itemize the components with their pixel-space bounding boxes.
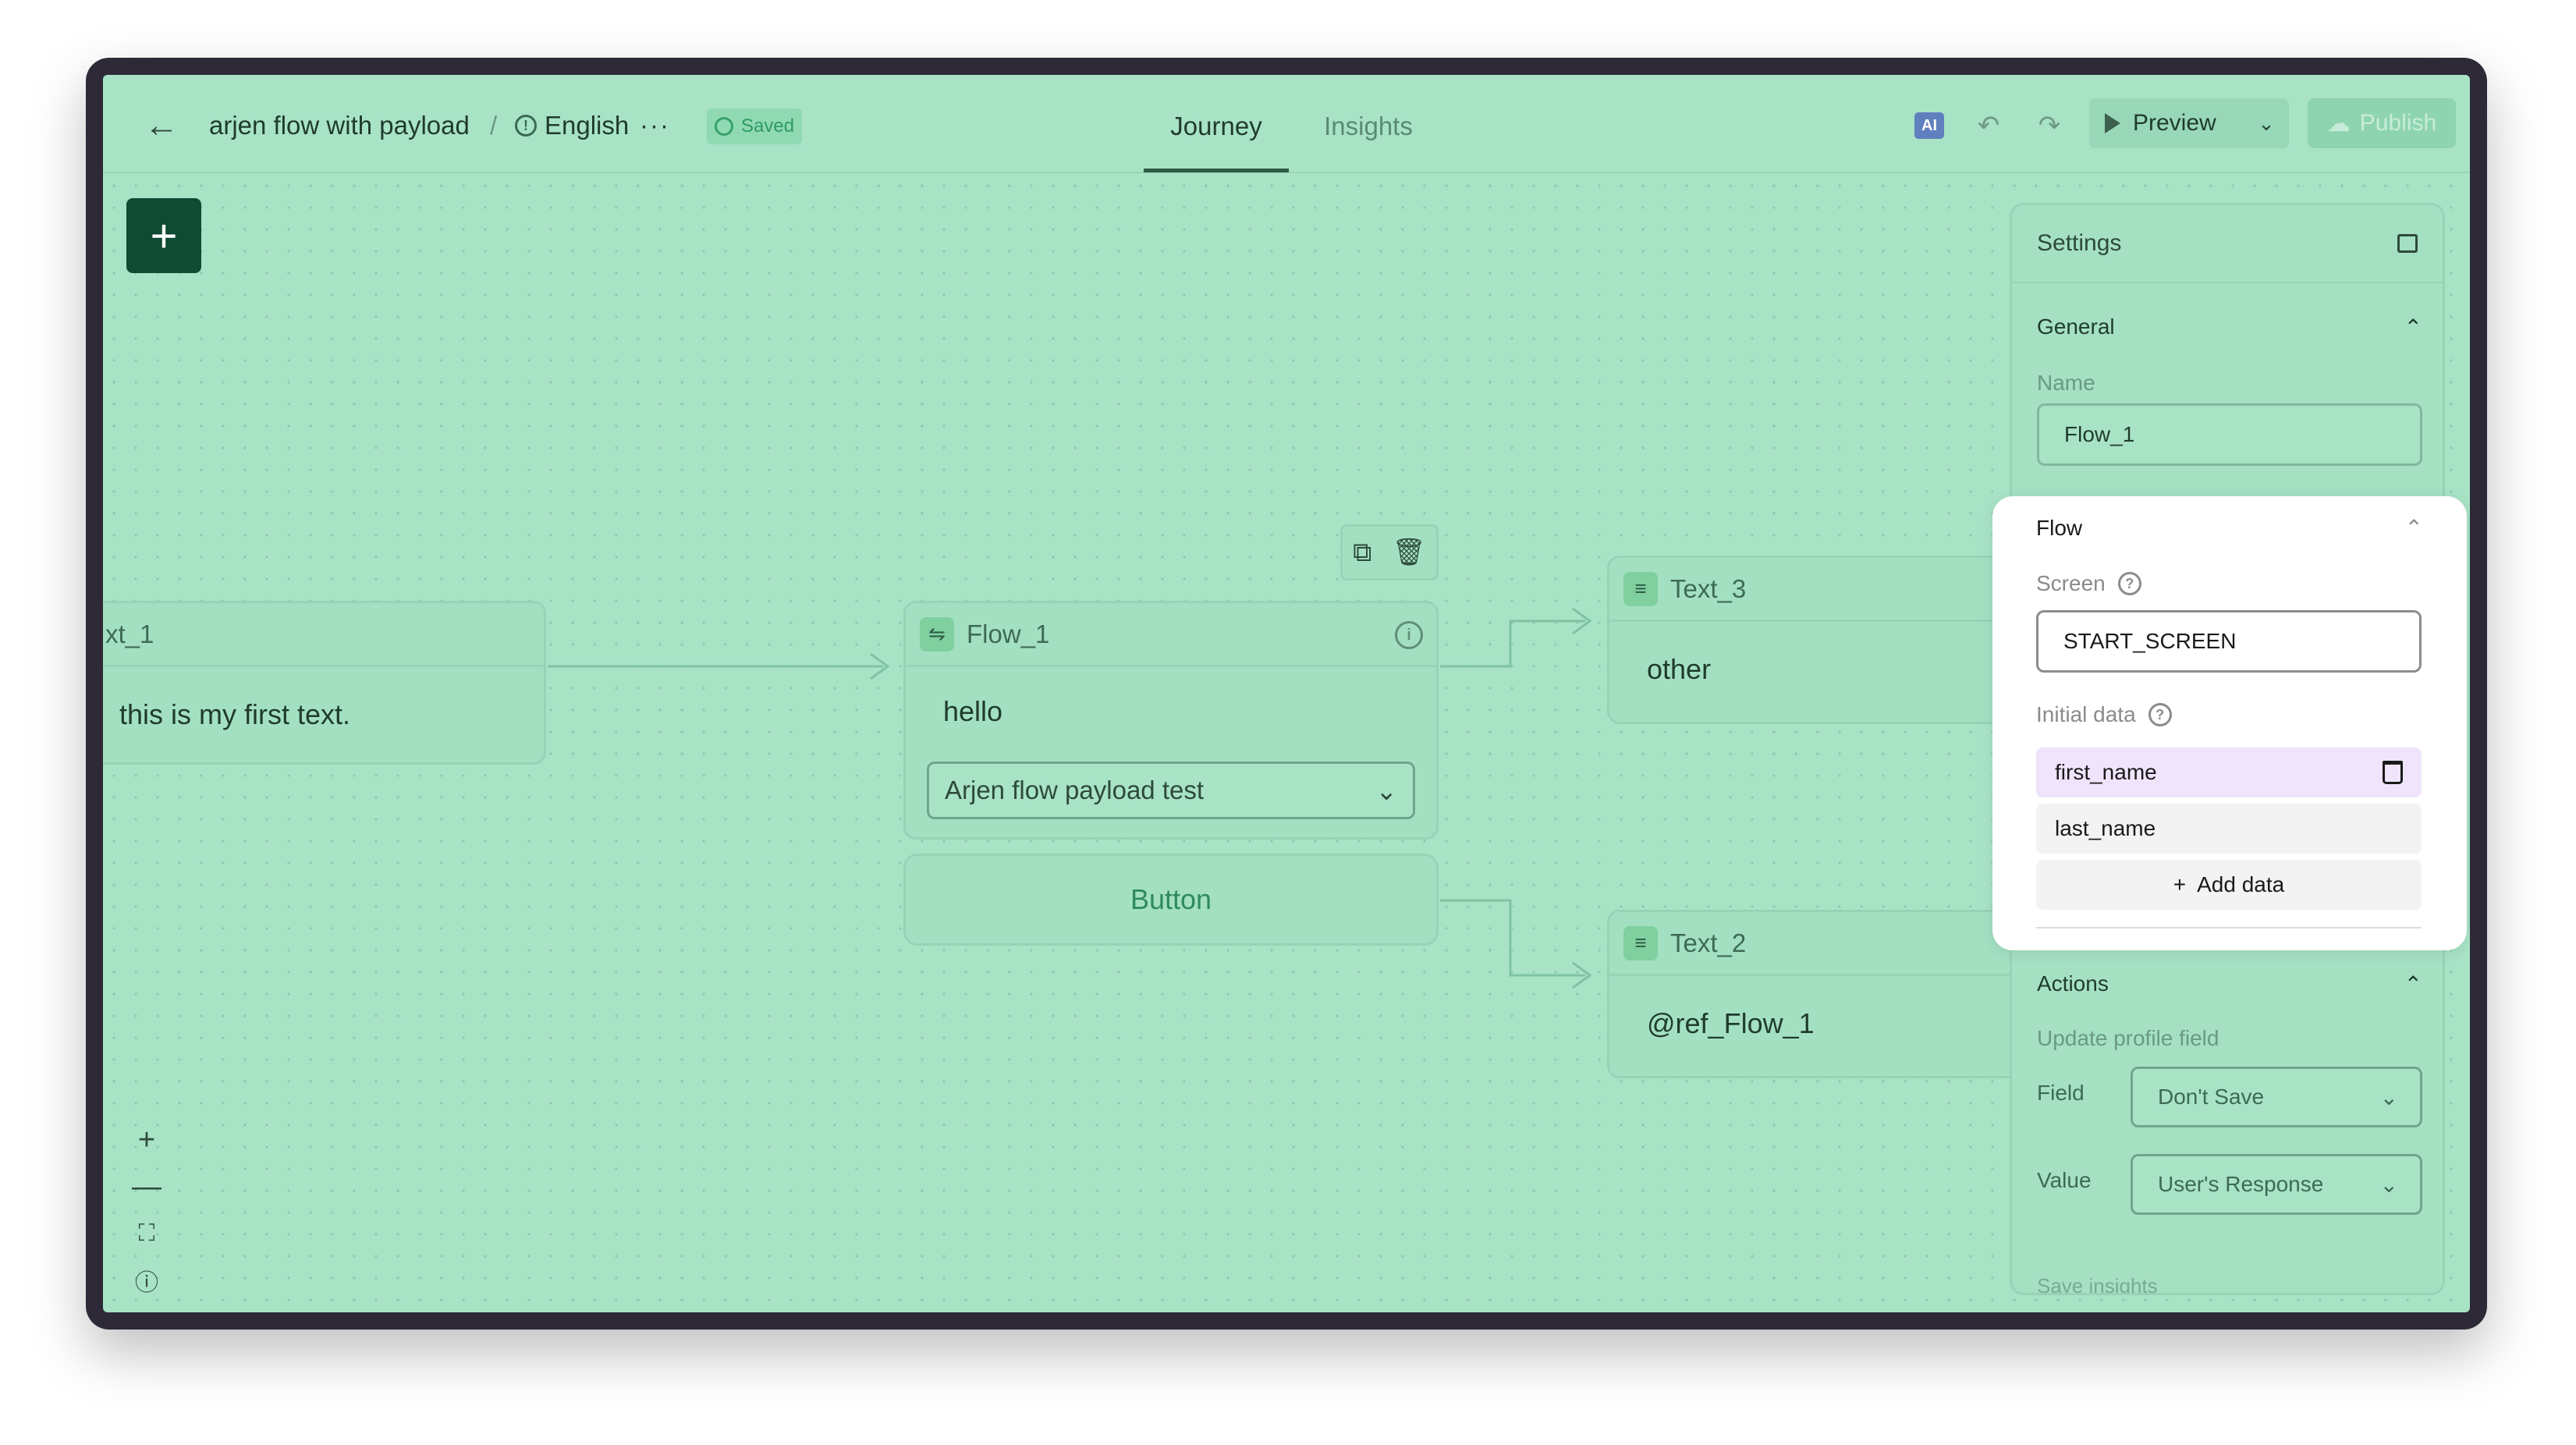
- chevron-down-icon: ⌄: [2379, 1085, 2398, 1109]
- duplicate-icon[interactable]: ⧉: [1353, 538, 1371, 568]
- flow-select[interactable]: Arjen flow payload test ⌄: [927, 762, 1415, 819]
- node-body: other: [1647, 653, 1712, 685]
- save-insights-label: Save insights: [2037, 1274, 2158, 1295]
- info-icon[interactable]: i: [1395, 621, 1423, 649]
- text-node-2[interactable]: ≡ Text_2 @ref_Flow_1: [1607, 910, 2044, 1078]
- info-circle-icon: !: [515, 115, 537, 137]
- add-data-button[interactable]: + Add data: [2036, 860, 2422, 910]
- node-toolbar: ⧉ 🗑: [1340, 524, 1439, 580]
- flow-icon: ⇋: [920, 616, 954, 651]
- node-header: ⇋ Flow_1: [906, 603, 1436, 667]
- help-icon[interactable]: ⓘ: [135, 1261, 158, 1300]
- plus-icon: +: [2173, 872, 2187, 896]
- more-options-button[interactable]: ···: [640, 106, 670, 145]
- node-title: Flow_1: [967, 619, 1050, 648]
- screen-label-row: Screen ?: [2036, 571, 2141, 596]
- saved-clock-icon: [715, 117, 733, 136]
- actions-section-header[interactable]: Actions ⌃: [2037, 971, 2422, 997]
- language-label: English: [545, 111, 630, 140]
- node-title: Text_2: [1670, 928, 1747, 957]
- undo-icon[interactable]: ↶: [1969, 106, 2008, 145]
- name-label: Name: [2037, 371, 2095, 395]
- chevron-up-icon: ⌃: [2404, 516, 2423, 540]
- add-node-button[interactable]: +: [126, 198, 201, 273]
- play-icon: [2105, 113, 2120, 133]
- button-node[interactable]: Button: [903, 854, 1439, 946]
- node-body: this is my first text.: [119, 698, 351, 730]
- flow-title[interactable]: arjen flow with payload: [209, 106, 470, 145]
- field-label: Field: [2037, 1081, 2085, 1105]
- panel-toggle-icon[interactable]: [2397, 234, 2418, 253]
- general-section-header[interactable]: General ⌃: [2037, 314, 2422, 340]
- redo-icon[interactable]: ↷: [2030, 106, 2069, 145]
- text-node-3[interactable]: ≡ Text_3 other: [1607, 556, 2044, 724]
- node-title: xt_1: [105, 619, 154, 648]
- saved-label: Saved: [741, 115, 795, 137]
- general-heading: General: [2037, 314, 2115, 339]
- zoom-controls: + — ⛶ ⓘ: [122, 1120, 172, 1300]
- initial-data-item[interactable]: last_name: [2036, 804, 2422, 854]
- divider: [2036, 927, 2422, 928]
- screen-input[interactable]: START_SCREEN: [2036, 610, 2422, 673]
- initial-data-item-label: last_name: [2055, 816, 2156, 840]
- node-title: Text_3: [1670, 573, 1747, 603]
- trash-icon[interactable]: [2383, 761, 2403, 784]
- actions-heading: Actions: [2037, 971, 2109, 996]
- saved-badge: Saved: [707, 108, 803, 144]
- value-select[interactable]: User's Response ⌄: [2131, 1154, 2422, 1215]
- settings-header: Settings: [2012, 205, 2443, 283]
- node-header: xt_1: [103, 603, 544, 667]
- initial-data-item-label: first_name: [2055, 760, 2157, 784]
- top-bar: ← arjen flow with payload / ! English ··…: [103, 75, 2470, 173]
- question-circle-icon[interactable]: ?: [2117, 572, 2141, 595]
- tab-insights[interactable]: Insights: [1306, 103, 1431, 150]
- value-label: Value: [2037, 1168, 2092, 1192]
- chevron-up-icon: ⌃: [2404, 972, 2422, 996]
- field-select-value: Don't Save: [2158, 1085, 2265, 1109]
- chevron-down-icon: ⌄: [2379, 1172, 2398, 1197]
- node-body: @ref_Flow_1: [1647, 1007, 1815, 1039]
- name-input[interactable]: Flow_1: [2037, 403, 2422, 466]
- text-lines-icon: ≡: [1623, 925, 1658, 960]
- chevron-up-icon: ⌃: [2404, 315, 2422, 339]
- flow-settings-card: Flow ⌃ Screen ? START_SCREEN Initial dat…: [1992, 496, 2467, 950]
- active-tab-indicator: [1144, 169, 1289, 172]
- text-lines-icon: ≡: [1623, 571, 1658, 606]
- preview-label: Preview: [2133, 110, 2216, 136]
- node-header: ≡ Text_2: [1609, 912, 2042, 976]
- zoom-out-icon[interactable]: —: [132, 1167, 161, 1206]
- chevron-down-icon: ⌄: [1375, 776, 1397, 805]
- flow-heading: Flow: [2036, 515, 2083, 540]
- initial-data-item[interactable]: first_name: [2036, 747, 2422, 797]
- field-select[interactable]: Don't Save ⌄: [2131, 1067, 2422, 1127]
- text-node-1[interactable]: xt_1 this is my first text.: [103, 601, 546, 765]
- back-arrow-icon[interactable]: ←: [142, 106, 181, 145]
- add-data-label: Add data: [2197, 872, 2285, 896]
- actions-subheading: Update profile field: [2037, 1026, 2219, 1050]
- settings-title: Settings: [2037, 230, 2122, 256]
- node-body: hello: [943, 695, 1003, 727]
- publish-button[interactable]: ☁ Publish: [2308, 98, 2456, 148]
- zoom-in-icon[interactable]: +: [138, 1120, 155, 1159]
- screen-label: Screen: [2036, 571, 2106, 595]
- language-selector[interactable]: ! English: [515, 106, 629, 145]
- question-circle-icon[interactable]: ?: [2148, 703, 2172, 726]
- initial-data-label: Initial data: [2036, 702, 2136, 726]
- node-header: ≡ Text_3: [1609, 558, 2042, 622]
- preview-dropdown-chevron-icon[interactable]: ⌄: [2244, 98, 2289, 148]
- cloud-upload-icon: ☁: [2326, 110, 2351, 137]
- ai-assistant-icon[interactable]: AI: [1914, 112, 1944, 139]
- fit-view-icon[interactable]: ⛶: [139, 1214, 155, 1253]
- delete-icon[interactable]: 🗑: [1393, 537, 1426, 568]
- flow-select-value: Arjen flow payload test: [945, 776, 1205, 804]
- breadcrumb-separator: /: [490, 111, 498, 140]
- publish-label: Publish: [2359, 110, 2437, 136]
- value-select-value: User's Response: [2158, 1172, 2324, 1196]
- tab-journey[interactable]: Journey: [1144, 103, 1289, 150]
- initial-data-label-row: Initial data ?: [2036, 702, 2172, 727]
- flow-section-header[interactable]: Flow ⌃: [2036, 515, 2423, 541]
